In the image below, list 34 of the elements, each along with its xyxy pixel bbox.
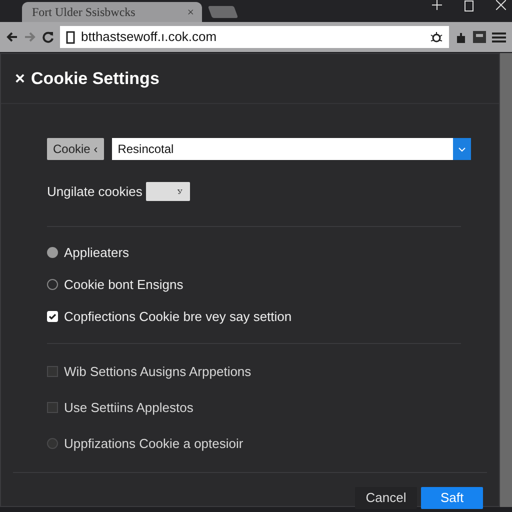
dialog-title: Cookie Settings xyxy=(30,68,160,90)
filter-field[interactable]: Resincotal xyxy=(112,138,453,160)
reload-icon[interactable] xyxy=(42,31,54,43)
cancel-button[interactable]: Cancel xyxy=(355,486,417,508)
radio-button[interactable] xyxy=(47,279,58,290)
cookie-dropdown-button[interactable]: Cookie ‹ xyxy=(47,138,104,160)
option-label: Applieaters xyxy=(64,244,130,262)
dropdown-button[interactable] xyxy=(453,138,471,160)
option-label: Copfiections Cookie bre vey say settion xyxy=(64,308,292,326)
save-button[interactable]: Saft xyxy=(421,486,483,508)
close-icon[interactable] xyxy=(496,0,506,10)
new-icon[interactable] xyxy=(432,0,442,10)
bug-icon[interactable] xyxy=(430,30,443,44)
option-label: Cookie bont Ensigns xyxy=(64,276,184,294)
address-bar[interactable]: btthastsewoff.ı.cok.com xyxy=(60,26,449,48)
option-label: Wib Settions Ausigns Arppetions xyxy=(64,362,252,381)
option-label: Use Settiins Applestos xyxy=(64,398,194,417)
tab-close-icon[interactable]: × xyxy=(187,3,194,21)
field-label: Ungilate cookies xyxy=(47,183,142,201)
select-field[interactable]: ꭹ xyxy=(146,182,190,202)
option-label: Uppfizations Cookie a optesioir xyxy=(64,434,244,453)
url-text: btthastsewoff.ı.cok.com xyxy=(81,28,218,46)
close-icon[interactable]: × xyxy=(15,66,25,92)
tab-title: Fort Ulder Ssisbwcks xyxy=(32,4,136,21)
menu-icon[interactable] xyxy=(492,32,506,42)
chevron-down-icon xyxy=(458,146,466,152)
new-tab-button[interactable] xyxy=(208,6,238,18)
maximize-icon[interactable] xyxy=(464,0,474,12)
radio-button[interactable] xyxy=(47,247,58,258)
extension-icon[interactable] xyxy=(473,31,486,43)
browser-tab[interactable]: Fort Ulder Ssisbwcks × xyxy=(22,2,202,22)
puzzle-icon[interactable] xyxy=(455,30,467,44)
back-icon[interactable] xyxy=(6,31,18,43)
page-icon xyxy=(66,30,75,44)
